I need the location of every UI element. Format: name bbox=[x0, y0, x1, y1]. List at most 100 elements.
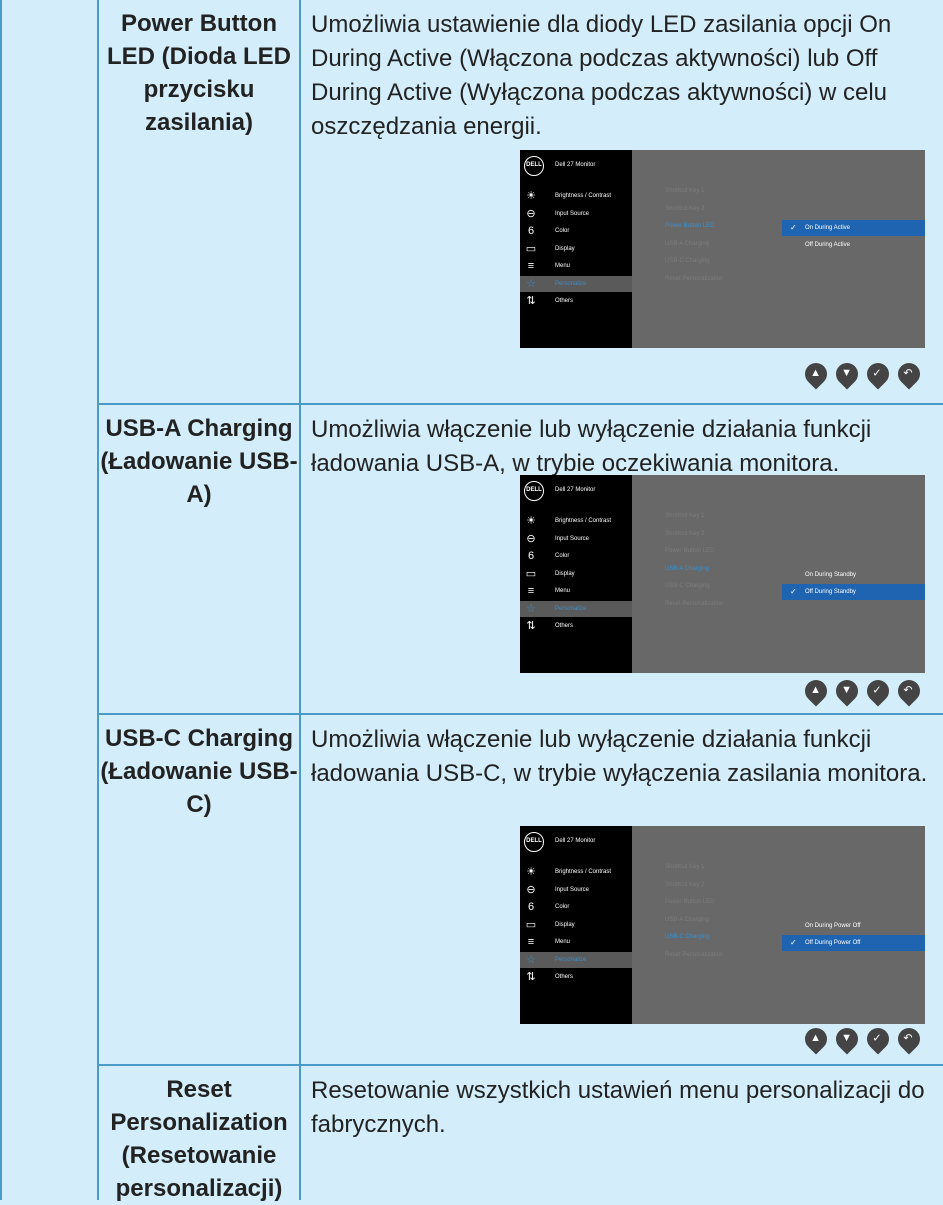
osd-main-menu: DELL Dell 27 Monitor ☀ Brightness / Contras… bbox=[520, 475, 632, 673]
dell-logo: DELL bbox=[524, 832, 544, 852]
osd-menu-item[interactable]: 6 Color bbox=[520, 223, 632, 239]
back-icon[interactable]: ↶ bbox=[893, 1023, 925, 1055]
others-icon: ⇅ bbox=[526, 971, 536, 983]
osd-menu-label: Input Source bbox=[555, 210, 590, 217]
star-icon: ☆ bbox=[526, 277, 536, 290]
osd-menu-item[interactable]: ☀ Brightness / Contrast bbox=[520, 864, 632, 880]
osd-menu-label: Input Source bbox=[555, 886, 590, 893]
osd-option[interactable]: On During Power Off bbox=[782, 918, 925, 934]
up-arrow-icon[interactable]: ▲ bbox=[800, 1023, 832, 1055]
osd-menu-screenshot: DELL Dell 27 Monitor ☀ Brightness / Contras… bbox=[520, 826, 925, 1024]
osd-menu-item[interactable]: ≡ Menu bbox=[520, 934, 632, 950]
osd-submenu-item[interactable]: Reset Personalization bbox=[665, 273, 723, 285]
osd-submenu-item[interactable]: Shortcut Key 2 bbox=[665, 879, 704, 891]
osd-title: Dell 27 Monitor bbox=[555, 487, 596, 493]
down-arrow-icon[interactable]: ▼ bbox=[831, 358, 863, 390]
table-row: Power Button LED (Dioda LED przycisku za… bbox=[99, 0, 943, 403]
osd-menu-screenshot: DELL Dell 27 Monitor ☀ Brightness / Contras… bbox=[520, 475, 925, 673]
osd-menu-label: Display bbox=[555, 921, 575, 928]
osd-menu-item[interactable]: ☆ Personalize bbox=[520, 951, 632, 968]
osd-submenu-item[interactable]: USB-C Charging bbox=[665, 580, 710, 592]
up-arrow-icon[interactable]: ▲ bbox=[800, 675, 832, 707]
osd-submenu-item[interactable]: Shortcut Key 1 bbox=[665, 861, 704, 873]
osd-menu-label: Others bbox=[555, 974, 574, 980]
osd-option[interactable]: Off During Active bbox=[782, 237, 925, 253]
osd-submenu-item[interactable]: Power Button LED bbox=[665, 896, 714, 908]
star-icon: ☆ bbox=[526, 602, 536, 615]
osd-submenu-item[interactable]: Power Button LED bbox=[665, 220, 714, 232]
nav-buttons: ▲ ▼ ✓ ↶ bbox=[793, 1023, 933, 1055]
osd-menu-item[interactable]: ▭ Display bbox=[520, 566, 632, 582]
nav-buttons: ▲ ▼ ✓ ↶ bbox=[793, 358, 933, 390]
row-label: USB-A Charging (Ładowanie USB-A) bbox=[100, 415, 298, 508]
osd-option[interactable]: On During Standby bbox=[782, 567, 925, 583]
osd-menu-item[interactable]: ⇅ Others bbox=[520, 969, 632, 985]
osd-menu-item[interactable]: ⇅ Others bbox=[520, 293, 632, 309]
osd-submenu-item[interactable]: USB-A Charging bbox=[665, 238, 709, 250]
osd-submenu-item[interactable]: Shortcut Key 1 bbox=[665, 510, 704, 522]
osd-option[interactable]: ✓ Off During Standby bbox=[782, 584, 925, 600]
down-arrow-icon[interactable]: ▼ bbox=[831, 675, 863, 707]
dell-logo: DELL bbox=[524, 156, 544, 176]
osd-menu-item[interactable]: ⇅ Others bbox=[520, 618, 632, 634]
back-icon[interactable]: ↶ bbox=[893, 358, 925, 390]
osd-menu-item[interactable]: ≡ Menu bbox=[520, 583, 632, 599]
osd-menu-item[interactable]: ⊖ Input Source bbox=[520, 531, 632, 547]
osd-menu-item[interactable]: ⊖ Input Source bbox=[520, 206, 632, 222]
table-left-border bbox=[0, 0, 2, 1200]
osd-submenu-item[interactable]: Shortcut Key 2 bbox=[665, 203, 704, 215]
others-icon: ⇅ bbox=[526, 295, 536, 307]
osd-menu-item[interactable]: 6 Color bbox=[520, 548, 632, 564]
display-icon: ▭ bbox=[525, 918, 537, 931]
osd-submenu-item[interactable]: Power Button LED bbox=[665, 545, 714, 557]
osd-submenu-item[interactable]: USB-A Charging bbox=[665, 914, 709, 926]
color-icon: 6 bbox=[527, 550, 535, 562]
osd-submenu-item[interactable]: Reset Personalization bbox=[665, 598, 723, 610]
osd-submenu-item[interactable]: Shortcut Key 2 bbox=[665, 528, 704, 540]
osd-main-menu: DELL Dell 27 Monitor ☀ Brightness / Contras… bbox=[520, 826, 632, 1024]
osd-menu-item[interactable]: ☆ Personalize bbox=[520, 600, 632, 617]
osd-menu-item[interactable]: 6 Color bbox=[520, 899, 632, 915]
nav-buttons: ▲ ▼ ✓ ↶ bbox=[793, 675, 933, 707]
osd-menu-label: Brightness / Contrast bbox=[555, 869, 612, 875]
osd-menu-label: Personalize bbox=[555, 956, 587, 963]
back-icon[interactable]: ↶ bbox=[893, 675, 925, 707]
osd-menu-label: Display bbox=[555, 570, 575, 577]
star-icon: ☆ bbox=[526, 953, 536, 966]
osd-submenu-item[interactable]: Reset Personalization bbox=[665, 949, 723, 961]
check-icon[interactable]: ✓ bbox=[862, 1023, 894, 1055]
osd-menu-item[interactable]: ≡ Menu bbox=[520, 258, 632, 274]
osd-menu-item[interactable]: ⊖ Input Source bbox=[520, 882, 632, 898]
osd-submenu-item[interactable]: USB-C Charging bbox=[665, 255, 710, 267]
osd-submenu-item[interactable]: USB-C Charging bbox=[665, 931, 710, 943]
osd-menu-label: Menu bbox=[555, 588, 571, 594]
osd-menu-label: Menu bbox=[555, 939, 571, 945]
check-icon: ✓ bbox=[790, 223, 797, 232]
brightness-icon: ☀ bbox=[526, 866, 536, 878]
osd-menu-item[interactable]: ☀ Brightness / Contrast bbox=[520, 188, 632, 204]
osd-menu-label: Brightness / Contrast bbox=[555, 518, 612, 524]
osd-submenu-item[interactable]: Shortcut Key 1 bbox=[665, 185, 704, 197]
osd-option-label: On During Power Off bbox=[805, 923, 861, 929]
osd-submenu-item[interactable]: USB-A Charging bbox=[665, 563, 709, 575]
down-arrow-icon[interactable]: ▼ bbox=[831, 1023, 863, 1055]
brightness-icon: ☀ bbox=[526, 190, 536, 202]
osd-option-label: Off During Standby bbox=[805, 589, 856, 595]
check-icon[interactable]: ✓ bbox=[862, 675, 894, 707]
osd-menu-item[interactable]: ☀ Brightness / Contrast bbox=[520, 513, 632, 529]
menu-icon: ≡ bbox=[527, 936, 535, 948]
osd-option[interactable]: ✓ Off During Power Off bbox=[782, 935, 925, 951]
osd-option[interactable]: ✓ On During Active bbox=[782, 220, 925, 236]
osd-menu-item[interactable]: ▭ Display bbox=[520, 917, 632, 933]
osd-option-label: On During Standby bbox=[805, 572, 857, 578]
menu-icon: ≡ bbox=[527, 260, 535, 272]
osd-menu-label: Personalize bbox=[555, 280, 587, 287]
osd-menu-item[interactable]: ▭ Display bbox=[520, 241, 632, 257]
osd-option-label: Off During Power Off bbox=[805, 940, 861, 946]
check-icon[interactable]: ✓ bbox=[862, 358, 894, 390]
osd-menu-label: Color bbox=[555, 553, 570, 559]
osd-menu-item[interactable]: ☆ Personalize bbox=[520, 275, 632, 292]
table-row: Reset Personalization (Resetowanie perso… bbox=[99, 1066, 943, 1202]
row-label: Reset Personalization (Resetowanie perso… bbox=[110, 1076, 288, 1202]
up-arrow-icon[interactable]: ▲ bbox=[800, 358, 832, 390]
